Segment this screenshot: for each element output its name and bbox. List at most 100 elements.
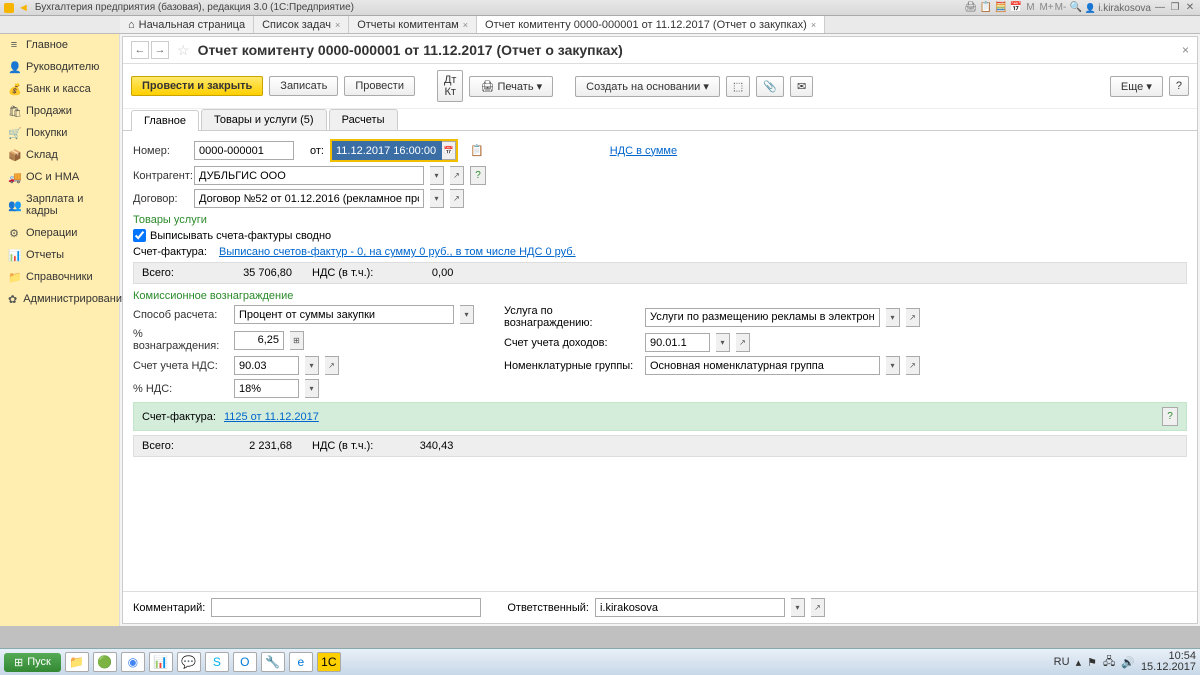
close-doc-icon[interactable]: × <box>1182 43 1189 57</box>
tray-volume[interactable]: 🔊 <box>1121 656 1135 669</box>
responsible-input[interactable] <box>595 598 785 617</box>
tab-home[interactable]: ⌂Начальная страница <box>120 16 254 33</box>
debit-credit-button[interactable]: ДтКт <box>437 70 464 102</box>
minimize-icon[interactable]: — <box>1154 2 1166 14</box>
calculator-icon[interactable]: ⊞ <box>290 331 304 350</box>
taskbar-app2[interactable]: 📊 <box>149 652 173 672</box>
open-icon[interactable]: ↗ <box>325 356 339 375</box>
dropdown-icon[interactable]: ▾ <box>886 308 900 327</box>
attach-icon[interactable]: 📎 <box>756 76 784 97</box>
dropdown-icon[interactable]: ▾ <box>305 356 319 375</box>
sidebar-item-warehouse[interactable]: 📦Склад <box>0 144 119 166</box>
taskbar-app1[interactable]: 🟢 <box>93 652 117 672</box>
open-icon[interactable]: ↗ <box>811 598 825 617</box>
post-button[interactable]: Провести <box>344 76 415 96</box>
form-tab-calc[interactable]: Расчеты <box>329 109 398 130</box>
taskbar-outlook[interactable]: O <box>233 652 257 672</box>
dropdown-icon[interactable]: ▾ <box>430 189 444 208</box>
more-button[interactable]: Еще ▾ <box>1110 76 1163 97</box>
close-tab-icon[interactable]: × <box>811 20 816 30</box>
dropdown-icon[interactable]: ▾ <box>460 305 474 324</box>
method-select[interactable] <box>234 305 454 324</box>
dropdown-icon[interactable]: ▾ <box>430 166 444 185</box>
close-icon[interactable]: ✕ <box>1184 2 1196 14</box>
taskbar-app3[interactable]: 🔧 <box>261 652 285 672</box>
start-button[interactable]: ⊞ Пуск <box>4 653 61 672</box>
tray-network[interactable]: 🖧 <box>1103 653 1115 672</box>
email-icon[interactable]: ✉ <box>790 76 813 97</box>
percent-input[interactable] <box>234 331 284 350</box>
form-tab-main[interactable]: Главное <box>131 110 199 131</box>
back-button[interactable]: ← <box>131 41 149 59</box>
open-icon[interactable]: ↗ <box>450 166 464 185</box>
date-input[interactable] <box>332 141 442 160</box>
help-button[interactable]: ? <box>1169 76 1189 96</box>
dropdown-icon[interactable]: ▾ <box>886 356 900 375</box>
tab-reports[interactable]: Отчеты комитентам× <box>349 16 477 33</box>
service-input[interactable] <box>645 308 880 327</box>
taskbar-explorer[interactable]: 📁 <box>65 652 89 672</box>
copy-icon[interactable]: 📋 <box>470 144 484 157</box>
open-icon[interactable]: ↗ <box>906 308 920 327</box>
sidebar-item-admin[interactable]: ✿Администрирование <box>0 288 119 310</box>
m-plus-icon[interactable]: M+ <box>1039 2 1051 14</box>
sidebar-item-assets[interactable]: 🚚ОС и НМА <box>0 166 119 188</box>
invoice-summary-checkbox[interactable] <box>133 229 146 242</box>
sidebar-item-reports[interactable]: 📊Отчеты <box>0 244 119 266</box>
tab-current-doc[interactable]: Отчет комитенту 0000-000001 от 11.12.201… <box>477 16 825 33</box>
search-icon[interactable]: 🔍 <box>1069 2 1081 14</box>
calc-icon[interactable]: 🧮 <box>994 2 1006 14</box>
tab-tasks[interactable]: Список задач× <box>254 16 349 33</box>
open-icon[interactable]: ↗ <box>906 356 920 375</box>
sidebar-item-operations[interactable]: ⚙Операции <box>0 222 119 244</box>
post-close-button[interactable]: Провести и закрыть <box>131 76 263 96</box>
sidebar-item-main[interactable]: ≡Главное <box>0 34 119 56</box>
help-icon[interactable]: ? <box>1162 407 1178 426</box>
maximize-icon[interactable]: ❐ <box>1169 2 1181 14</box>
dropdown-icon[interactable]: ▾ <box>716 333 730 352</box>
clock-date[interactable]: 15.12.2017 <box>1141 662 1196 673</box>
taskbar-1c[interactable]: 1C <box>317 652 341 672</box>
favorite-icon[interactable]: ☆ <box>177 42 190 59</box>
dropdown-icon[interactable]: ▾ <box>791 598 805 617</box>
taskbar-ie[interactable]: e <box>289 652 313 672</box>
close-tab-icon[interactable]: × <box>335 20 340 30</box>
taskbar-chrome[interactable]: ◉ <box>121 652 145 672</box>
forward-button[interactable]: → <box>151 41 169 59</box>
taskbar-skype[interactable]: S <box>205 652 229 672</box>
create-based-button[interactable]: Создать на основании ▾ <box>575 76 720 97</box>
tray-icon[interactable]: ▴ <box>1076 656 1082 669</box>
sidebar-item-bank[interactable]: 💰Банк и касса <box>0 78 119 100</box>
nomencl-input[interactable] <box>645 356 880 375</box>
invoice2-link[interactable]: 1125 от 11.12.2017 <box>224 411 319 423</box>
m-icon[interactable]: M <box>1024 2 1036 14</box>
sidebar-item-manager[interactable]: 👤Руководителю <box>0 56 119 78</box>
nds-pct-select[interactable] <box>234 379 299 398</box>
comment-input[interactable] <box>211 598 481 617</box>
sidebar-item-purchases[interactable]: 🛒Покупки <box>0 122 119 144</box>
nds-acc-input[interactable] <box>234 356 299 375</box>
tray-flag[interactable]: ⚑ <box>1087 656 1097 669</box>
tool-icon[interactable]: 📋 <box>979 2 991 14</box>
open-icon[interactable]: ↗ <box>736 333 750 352</box>
nds-link[interactable]: НДС в сумме <box>610 145 677 157</box>
counterparty-input[interactable] <box>194 166 424 185</box>
invoice-link[interactable]: Выписано счетов-фактур - 0, на сумму 0 р… <box>219 246 576 258</box>
sidebar-item-sales[interactable]: 🛍Продажи <box>0 100 119 122</box>
lang-indicator[interactable]: RU <box>1054 656 1070 668</box>
help-icon[interactable]: ? <box>470 166 486 185</box>
calendar-icon[interactable]: 📅 <box>442 141 456 160</box>
structure-icon[interactable]: ⬚ <box>726 76 750 97</box>
contract-input[interactable] <box>194 189 424 208</box>
close-tab-icon[interactable]: × <box>463 20 468 30</box>
sidebar-item-hr[interactable]: 👥Зарплата и кадры <box>0 188 119 222</box>
income-acc-input[interactable] <box>645 333 710 352</box>
write-button[interactable]: Записать <box>269 76 338 96</box>
open-icon[interactable]: ↗ <box>450 189 464 208</box>
m-minus-icon[interactable]: M- <box>1054 2 1066 14</box>
sidebar-item-catalogs[interactable]: 📁Справочники <box>0 266 119 288</box>
print-button[interactable]: 🖨 Печать ▾ <box>469 76 553 97</box>
form-tab-goods[interactable]: Товары и услуги (5) <box>201 109 327 130</box>
print-icon[interactable]: 🖨 <box>964 2 976 14</box>
taskbar-whatsapp[interactable]: 💬 <box>177 652 201 672</box>
